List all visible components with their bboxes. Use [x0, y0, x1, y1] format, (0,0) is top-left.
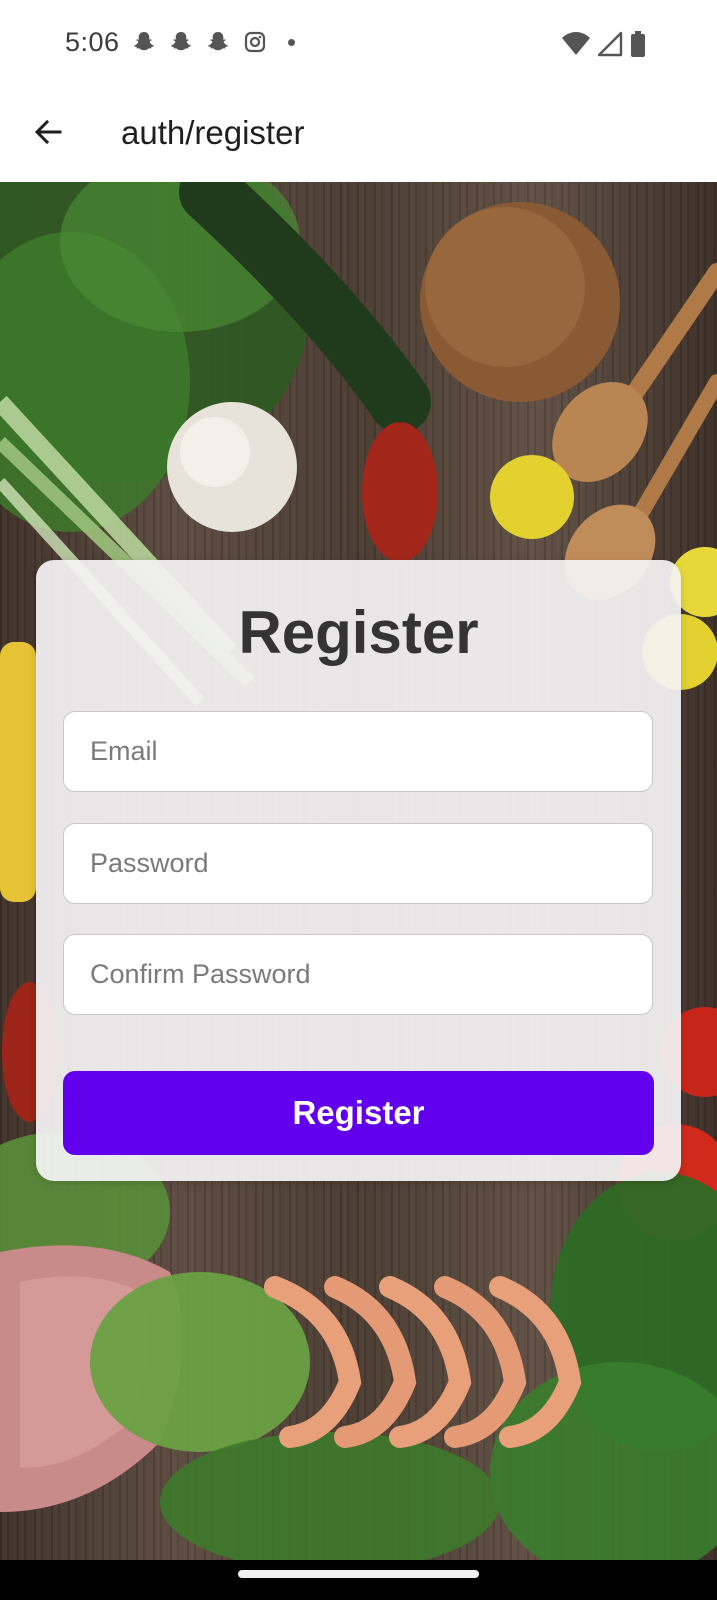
register-card: Register Register	[36, 560, 681, 1181]
notification-icons	[132, 30, 295, 54]
register-button[interactable]: Register	[63, 1071, 654, 1155]
back-button[interactable]	[24, 110, 72, 158]
system-icons	[561, 30, 647, 63]
email-field	[63, 711, 653, 792]
password-field	[63, 823, 653, 904]
password-input[interactable]	[64, 824, 652, 903]
register-screen: 5:06 auth/register Register Email Regist…	[0, 0, 717, 1600]
battery-icon	[629, 30, 647, 63]
snapchat-icon	[206, 30, 230, 54]
signal-icon	[597, 31, 623, 62]
register-title: Register	[238, 599, 479, 666]
snapchat-icon	[132, 30, 156, 54]
arrow-left-icon	[32, 116, 64, 153]
more-dot-icon	[288, 38, 295, 46]
page-title: auth/register	[121, 114, 305, 151]
confirm-password-input[interactable]	[64, 935, 652, 1014]
confirm-password-field	[63, 934, 653, 1015]
navigation-bar	[0, 1560, 717, 1600]
home-indicator[interactable]	[238, 1570, 479, 1578]
wifi-icon	[561, 31, 591, 62]
app-bar: auth/register	[0, 90, 717, 182]
snapchat-icon	[169, 30, 193, 54]
instagram-icon	[243, 30, 267, 54]
status-bar: 5:06	[0, 0, 717, 90]
status-time: 5:06	[65, 27, 120, 57]
email-input[interactable]	[64, 712, 652, 791]
